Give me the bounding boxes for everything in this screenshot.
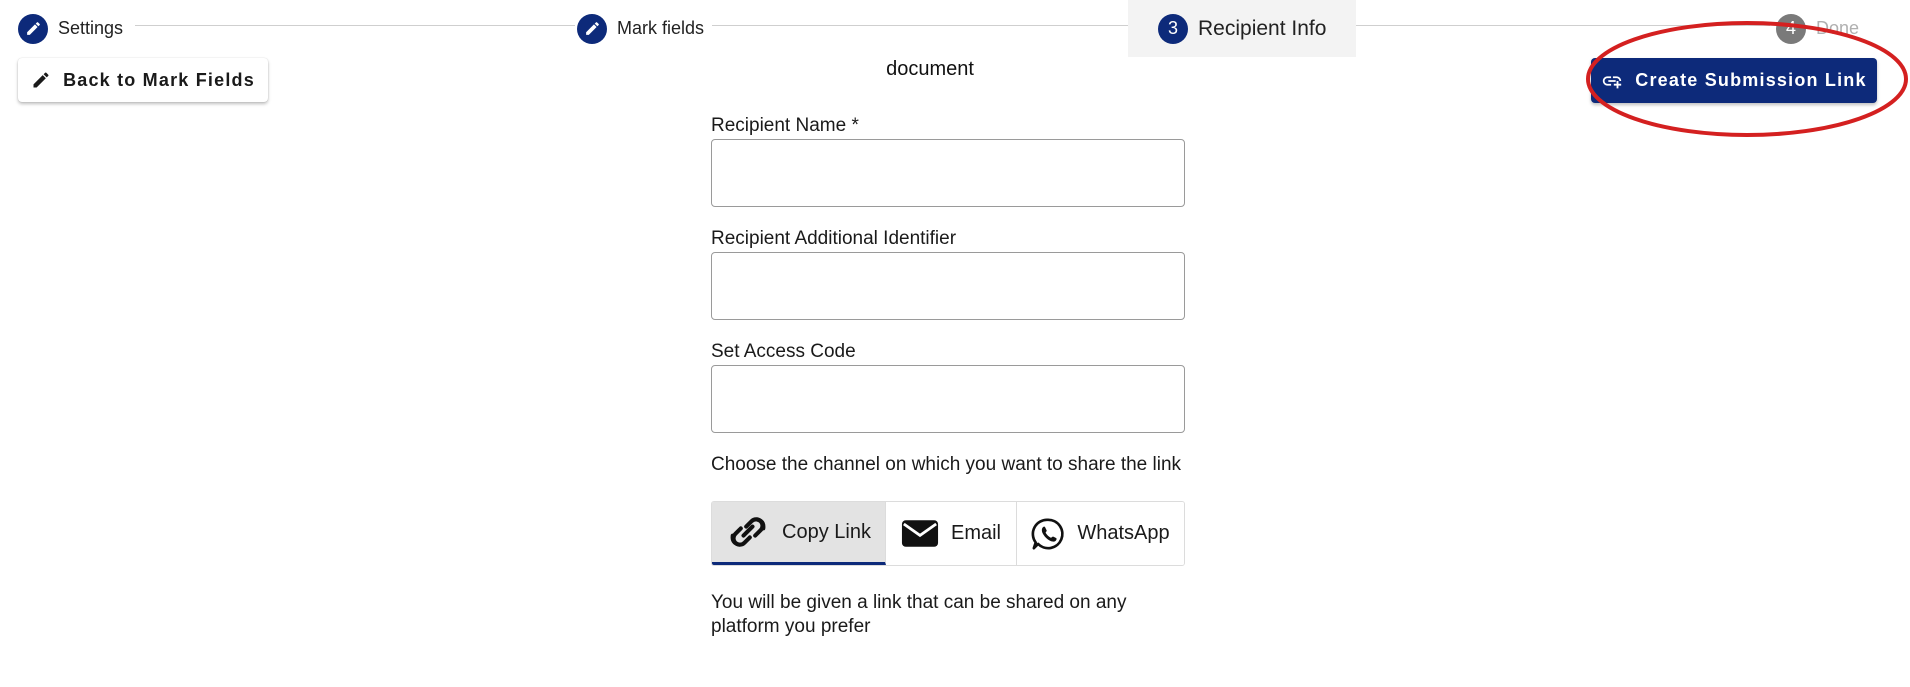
email-option[interactable]: Email xyxy=(886,502,1017,565)
step-connector xyxy=(135,25,575,26)
email-label: Email xyxy=(950,522,1001,544)
step-number: 3 xyxy=(1158,13,1188,44)
step-connector xyxy=(1330,25,1770,26)
whatsapp-label: WhatsApp xyxy=(1077,522,1170,544)
step-done[interactable]: 4 Done xyxy=(1776,0,1859,57)
link-icon xyxy=(730,517,766,547)
pencil-icon xyxy=(33,72,49,88)
page-root: Settings Mark fields 3 Recipient Info 4 … xyxy=(0,0,1910,687)
create-submission-link-button[interactable]: Create Submission Link xyxy=(1591,58,1877,103)
back-button-label: Back to Mark Fields xyxy=(63,69,255,90)
step-mark-fields[interactable]: Mark fields xyxy=(577,0,704,57)
pencil-icon xyxy=(577,13,607,44)
step-number: 4 xyxy=(1776,13,1806,44)
copy-link-label: Copy Link xyxy=(782,520,871,543)
create-button-label: Create Submission Link xyxy=(1635,70,1867,90)
whatsapp-option[interactable]: WhatsApp xyxy=(1017,502,1184,565)
access-code-input[interactable] xyxy=(711,365,1185,433)
copy-link-option[interactable]: Copy Link xyxy=(712,502,886,565)
step-recipient-info[interactable]: 3 Recipient Info xyxy=(1128,0,1357,57)
step-settings[interactable]: Settings xyxy=(18,0,123,57)
back-to-mark-fields-button[interactable]: Back to Mark Fields xyxy=(18,58,268,102)
whatsapp-icon xyxy=(1031,518,1065,549)
document-title: document xyxy=(886,58,974,80)
access-code-label: Set Access Code xyxy=(711,341,856,362)
step-label: Settings xyxy=(58,18,124,38)
channel-prompt: Choose the channel on which you want to … xyxy=(711,454,1182,475)
step-connector xyxy=(712,25,1128,26)
envelope-icon xyxy=(901,520,939,547)
recipient-name-input[interactable] xyxy=(711,139,1185,207)
pencil-icon xyxy=(18,13,48,44)
step-label: Recipient Info xyxy=(1198,16,1327,40)
additional-identifier-input[interactable] xyxy=(711,252,1185,320)
add-link-icon xyxy=(1603,75,1622,88)
step-label: Done xyxy=(1816,18,1860,38)
channel-toggle-group: Copy Link Email WhatsApp xyxy=(711,501,1185,566)
recipient-name-label: Recipient Name * xyxy=(711,115,859,136)
step-label: Mark fields xyxy=(617,18,705,38)
additional-identifier-label: Recipient Additional Identifier xyxy=(711,228,957,249)
stepper: Settings Mark fields 3 Recipient Info 4 … xyxy=(0,0,1910,57)
channel-description: You will be given a link that can be sha… xyxy=(711,592,1127,637)
